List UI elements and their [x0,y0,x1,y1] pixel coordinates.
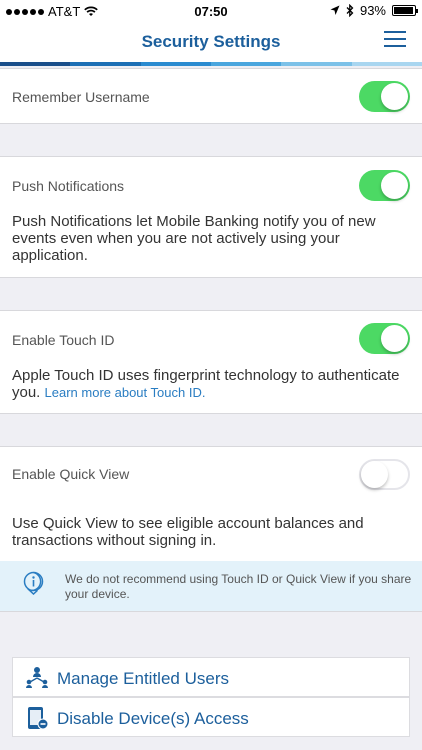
learn-more-touch-id-link[interactable]: Learn more about Touch ID. [45,385,206,400]
touch-id-description: Apple Touch ID uses fingerprint technolo… [12,367,410,401]
push-notifications-toggle[interactable] [359,170,410,201]
menu-button[interactable] [384,31,406,51]
header-accent-bar [0,62,422,66]
accent-segment [210,62,282,66]
manage-entitled-users-button[interactable]: Manage Entitled Users [12,657,410,697]
accent-segment [281,62,352,66]
accent-segment [351,62,422,66]
accent-segment [70,62,141,66]
battery-icon [392,5,418,16]
location-arrow-icon [330,5,340,15]
quick-view-label: Enable Quick View [12,466,130,482]
disable-device-access-button[interactable]: Disable Device(s) Access [12,697,410,737]
push-notifications-description: Push Notifications let Mobile Banking no… [12,213,376,264]
app-header: Security Settings [0,22,422,62]
disable-device-access-label: Disable Device(s) Access [57,709,249,728]
device-icon [28,707,49,730]
push-notifications-label: Push Notifications [12,178,125,194]
touch-id-label: Enable Touch ID [12,332,115,348]
info-notice-text: We do not recommend using Touch ID or Qu… [65,572,412,601]
accent-segment [0,62,71,66]
quick-view-description: Use Quick View to see eligible account b… [12,515,364,549]
touch-id-toggle[interactable] [359,323,410,354]
battery-level [394,7,413,14]
accent-segment [140,62,211,66]
remember-username-row: Remember Username [0,68,422,124]
quick-view-toggle[interactable] [359,459,410,490]
status-bar: AT&T 07:50 93% [0,0,422,22]
page-title: Security Settings [141,32,281,51]
touch-id-section: Enable Touch ID Apple Touch ID uses fing… [0,310,422,414]
status-right: 93% [330,3,418,18]
remember-username-label: Remember Username [12,89,150,105]
push-notifications-section: Push Notifications Push Notifications le… [0,156,422,278]
users-network-icon [26,667,48,688]
battery-percent: 93% [359,3,386,18]
info-notice: We do not recommend using Touch ID or Qu… [0,561,422,611]
menu-icon [384,31,406,33]
bluetooth-icon [346,4,354,17]
remember-username-toggle[interactable] [359,81,410,112]
manage-entitled-users-label: Manage Entitled Users [57,669,229,688]
info-icon [23,571,44,595]
